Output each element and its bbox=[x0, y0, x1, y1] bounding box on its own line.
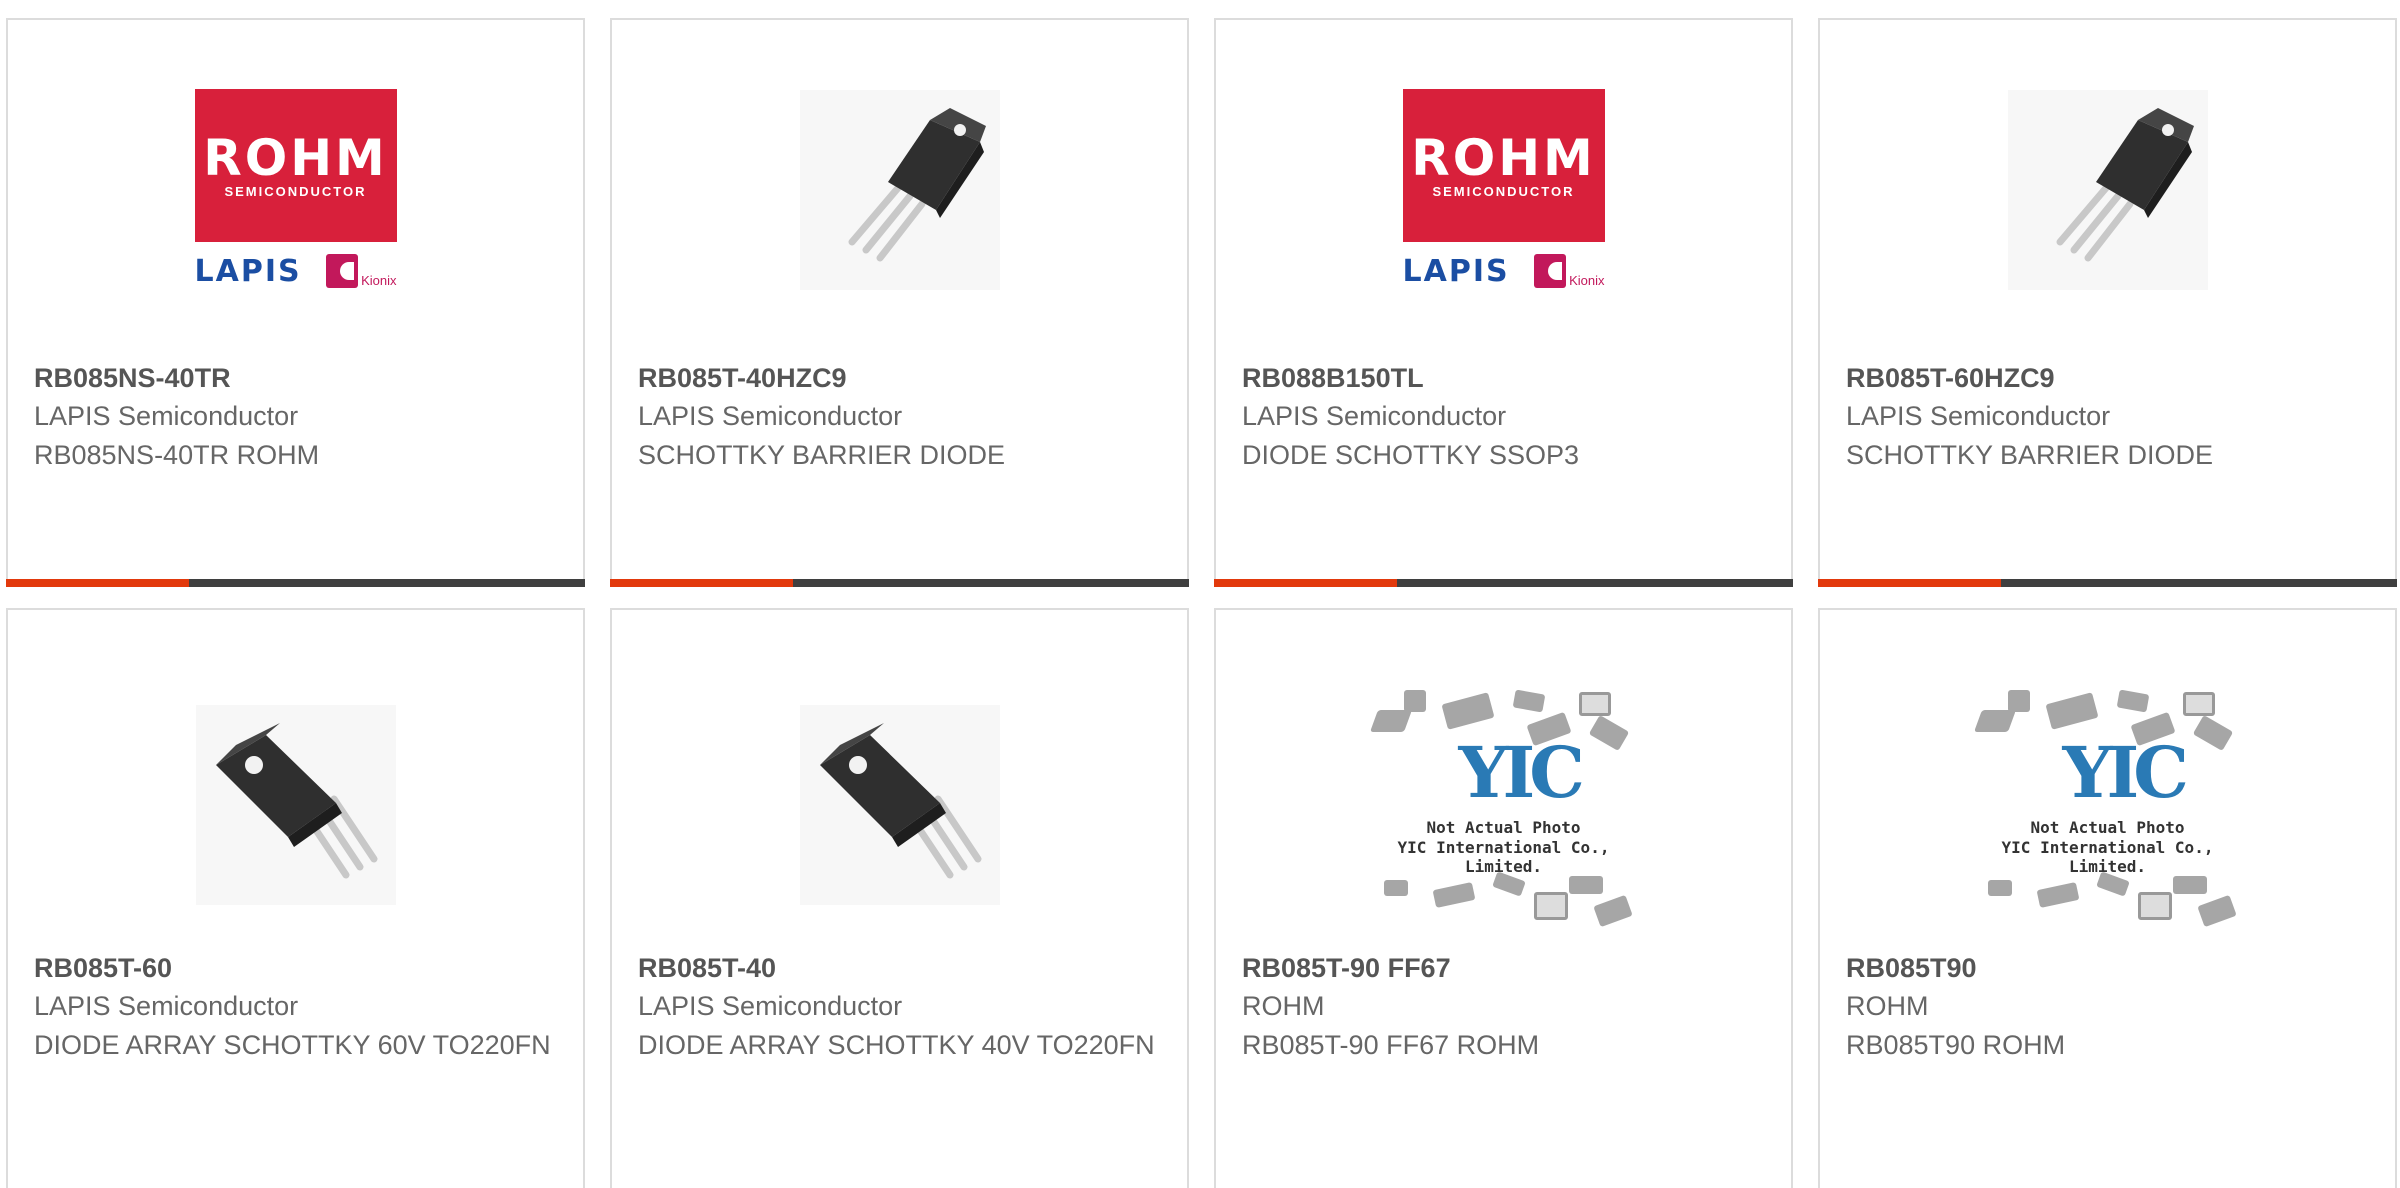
card-bar bbox=[6, 579, 585, 587]
part-number[interactable]: RB085T-60HZC9 bbox=[1846, 363, 2055, 394]
placeholder-line2: YIC International Co., Limited. bbox=[2001, 838, 2214, 876]
logo-rohm-text: ROHM bbox=[203, 129, 388, 187]
manufacturer: LAPIS Semiconductor bbox=[34, 991, 299, 1021]
description: SCHOTTKY BARRIER DIODE bbox=[638, 440, 1006, 470]
card-bar bbox=[1818, 579, 2397, 587]
product-card[interactable]: RB085T-60HZC9 LAPIS Semiconductor SCHOTT… bbox=[1818, 18, 2397, 587]
product-grid: ROHM SEMICONDUCTOR LAPIS Kionix RB085NS-… bbox=[0, 0, 2400, 1188]
description: RB085T-90 FF67 ROHM bbox=[1242, 1030, 1540, 1060]
rohm-lapis-logo: ROHM SEMICONDUCTOR LAPIS Kionix bbox=[194, 89, 397, 291]
product-image[interactable] bbox=[1998, 90, 2218, 290]
logo-kionix-text: Kionix bbox=[1569, 273, 1605, 288]
logo-lapis-text: LAPIS bbox=[1402, 253, 1510, 289]
product-card[interactable]: YIC Not Actual Photo YIC International C… bbox=[1818, 608, 2397, 1188]
yic-placeholder-image: YIC Not Actual Photo YIC International C… bbox=[1968, 680, 2248, 930]
placeholder-line2: YIC International Co., Limited. bbox=[1397, 838, 1610, 876]
kionix-icon bbox=[326, 254, 359, 288]
part-number[interactable]: RB085NS-40TR bbox=[34, 363, 231, 394]
manufacturer: ROHM bbox=[1242, 991, 1325, 1021]
product-card[interactable]: ROHM SEMICONDUCTOR LAPIS Kionix RB088B15… bbox=[1214, 18, 1793, 587]
description: DIODE ARRAY SCHOTTKY 40V TO220FN bbox=[638, 1030, 1155, 1060]
manufacturer: ROHM bbox=[1846, 991, 1929, 1021]
product-card[interactable]: ROHM SEMICONDUCTOR LAPIS Kionix RB085NS-… bbox=[6, 18, 585, 587]
logo-semiconductor-text: SEMICONDUCTOR bbox=[1432, 184, 1575, 199]
logo-semiconductor-text: SEMICONDUCTOR bbox=[224, 184, 367, 199]
product-image[interactable]: ROHM SEMICONDUCTOR LAPIS Kionix bbox=[186, 89, 406, 291]
part-number[interactable]: RB085T-60 bbox=[34, 953, 172, 984]
rohm-lapis-logo: ROHM SEMICONDUCTOR LAPIS Kionix bbox=[1402, 89, 1605, 291]
card-bar bbox=[610, 579, 1189, 587]
card-bar bbox=[1214, 579, 1793, 587]
part-number[interactable]: RB085T-40 bbox=[638, 953, 776, 984]
product-image[interactable] bbox=[156, 680, 436, 930]
product-image[interactable] bbox=[760, 680, 1040, 930]
to220-transistor-icon bbox=[799, 90, 1000, 290]
logo-kionix-text: Kionix bbox=[361, 273, 397, 288]
manufacturer: LAPIS Semiconductor bbox=[34, 401, 299, 431]
product-card[interactable]: YIC Not Actual Photo YIC International C… bbox=[1214, 608, 1793, 1188]
to220-transistor-icon bbox=[2007, 90, 2208, 290]
product-card[interactable]: RB085T-60 LAPIS Semiconductor DIODE ARRA… bbox=[6, 608, 585, 1188]
product-image[interactable] bbox=[790, 90, 1010, 290]
product-image[interactable]: ROHM SEMICONDUCTOR LAPIS Kionix bbox=[1394, 89, 1614, 291]
placeholder-line1: Not Actual Photo bbox=[1426, 818, 1581, 837]
description: RB085NS-40TR ROHM bbox=[34, 440, 320, 470]
logo-rohm-text: ROHM bbox=[1411, 129, 1596, 187]
card-bar-accent bbox=[1214, 579, 1397, 587]
product-image[interactable]: YIC Not Actual Photo YIC International C… bbox=[1364, 680, 1644, 930]
description: SCHOTTKY BARRIER DIODE bbox=[1846, 440, 2214, 470]
manufacturer: LAPIS Semiconductor bbox=[638, 991, 903, 1021]
description: RB085T90 ROHM bbox=[1846, 1030, 2066, 1060]
product-image[interactable]: YIC Not Actual Photo YIC International C… bbox=[1968, 680, 2248, 930]
to220-transistor-icon bbox=[799, 705, 1000, 905]
manufacturer: LAPIS Semiconductor bbox=[638, 401, 903, 431]
manufacturer: LAPIS Semiconductor bbox=[1242, 401, 1507, 431]
card-bar-accent bbox=[610, 579, 793, 587]
part-number[interactable]: RB088B150TL bbox=[1242, 363, 1424, 394]
product-card[interactable]: RB085T-40 LAPIS Semiconductor DIODE ARRA… bbox=[610, 608, 1189, 1188]
yic-logo-text: YIC bbox=[1458, 731, 1585, 814]
kionix-icon bbox=[1534, 254, 1567, 288]
yic-placeholder-image: YIC Not Actual Photo YIC International C… bbox=[1364, 680, 1644, 930]
to220-transistor-icon bbox=[195, 705, 396, 905]
yic-logo-text: YIC bbox=[2062, 731, 2189, 814]
logo-lapis-text: LAPIS bbox=[194, 253, 302, 289]
part-number[interactable]: RB085T90 bbox=[1846, 953, 1977, 984]
description: DIODE SCHOTTKY SSOP3 bbox=[1242, 440, 1580, 470]
manufacturer: LAPIS Semiconductor bbox=[1846, 401, 2111, 431]
part-number[interactable]: RB085T-90 FF67 bbox=[1242, 953, 1451, 984]
description: DIODE ARRAY SCHOTTKY 60V TO220FN bbox=[34, 1030, 551, 1060]
part-number[interactable]: RB085T-40HZC9 bbox=[638, 363, 847, 394]
placeholder-line1: Not Actual Photo bbox=[2030, 818, 2185, 837]
card-bar-accent bbox=[6, 579, 189, 587]
product-card[interactable]: RB085T-40HZC9 LAPIS Semiconductor SCHOTT… bbox=[610, 18, 1189, 587]
card-bar-accent bbox=[1818, 579, 2001, 587]
